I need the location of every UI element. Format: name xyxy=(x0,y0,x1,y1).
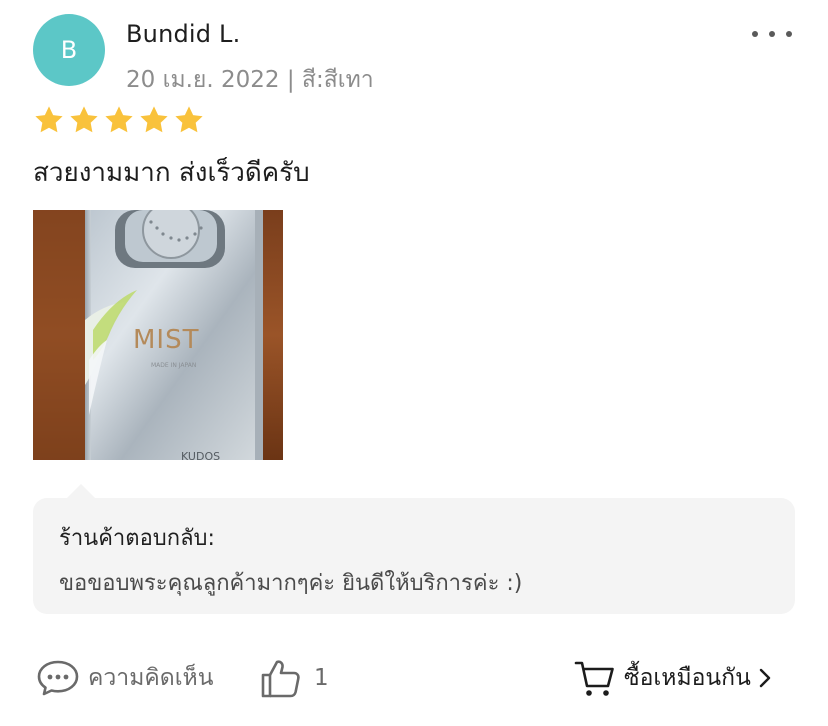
comment-label: ความคิดเห็น xyxy=(88,665,214,691)
star-icon xyxy=(175,106,203,133)
reply-pointer xyxy=(66,484,96,499)
star-rating xyxy=(33,104,205,136)
review-meta: 20 เม.ย. 2022 | สี:สีเทา xyxy=(126,67,374,93)
seller-reply-text: ขอขอบพระคุณลูกค้ามากๆค่ะ ยินดีให้บริการค… xyxy=(59,571,523,596)
reviewer-name[interactable]: Bundid L. xyxy=(126,20,240,48)
comment-button[interactable]: ความคิดเห็น xyxy=(36,650,213,706)
buy-same-label: ซื้อเหมือนกัน xyxy=(624,665,751,691)
avatar-letter: B xyxy=(60,36,78,64)
review-actions: ความคิดเห็น 1 ซื้อเหมือนกัน xyxy=(0,650,828,706)
review-card: B Bundid L. 20 เม.ย. 2022 | สี:สีเทา สวย… xyxy=(0,0,828,726)
svg-text:MIST: MIST xyxy=(133,325,200,355)
svg-text:MADE IN JAPAN: MADE IN JAPAN xyxy=(151,362,196,369)
star-icon xyxy=(140,106,168,133)
star-icon xyxy=(70,106,98,133)
cart-icon xyxy=(574,661,614,696)
product-photo-image: MIST MADE IN JAPAN KUDOS xyxy=(33,210,283,460)
review-photo[interactable]: MIST MADE IN JAPAN KUDOS xyxy=(33,210,283,460)
svg-text:KUDOS: KUDOS xyxy=(181,450,220,460)
like-button[interactable]: 1 xyxy=(260,650,329,706)
buy-same-button[interactable]: ซื้อเหมือนกัน xyxy=(574,650,771,706)
like-count: 1 xyxy=(314,665,329,691)
avatar[interactable]: B xyxy=(33,14,105,86)
thumbs-up-icon xyxy=(261,660,300,698)
more-icon[interactable] xyxy=(752,20,792,48)
review-text: สวยงามมาก ส่งเร็วดีครับ xyxy=(33,158,310,188)
seller-reply: ร้านค้าตอบกลับ: ขอขอบพระคุณลูกค้ามากๆค่ะ… xyxy=(33,498,795,614)
chevron-right-icon xyxy=(759,668,770,688)
star-icon xyxy=(35,106,63,133)
comment-icon xyxy=(37,660,79,696)
seller-reply-label: ร้านค้าตอบกลับ: xyxy=(59,526,215,551)
star-icon xyxy=(105,106,133,133)
